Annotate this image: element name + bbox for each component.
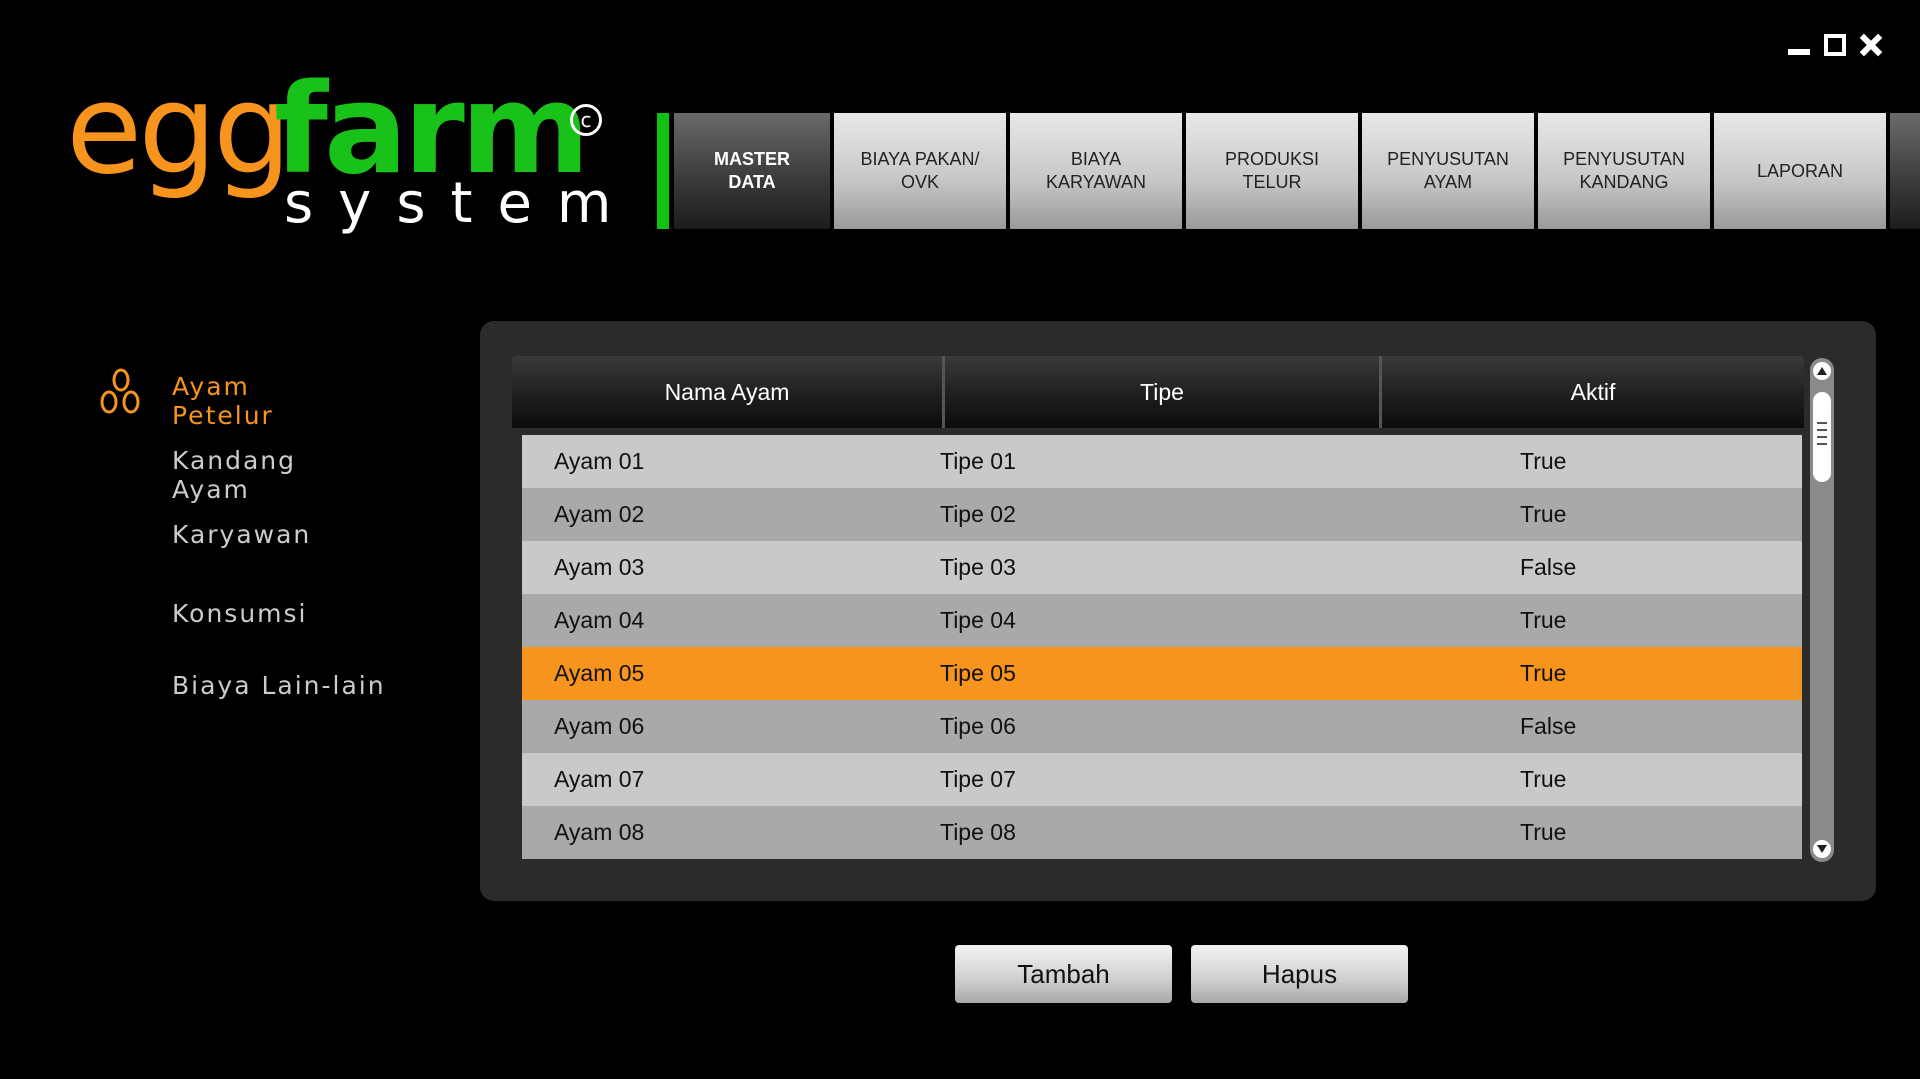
grip-line (1817, 422, 1827, 424)
app-logo: egg farm system c (66, 68, 626, 240)
table-row[interactable]: Ayam 02 Tipe 02 True (522, 488, 1802, 541)
sidebar-item-kandang-ayam[interactable]: Kandang Ayam (98, 446, 296, 504)
tab-label: PENYUSUTAN AYAM (1387, 149, 1509, 192)
tambah-button[interactable]: Tambah (955, 945, 1172, 1003)
sidebar-item-label: Biaya Lain-lain (172, 671, 386, 700)
table-row[interactable]: Ayam 06 Tipe 06 False (522, 700, 1802, 753)
tab-biaya-karyawan[interactable]: BIAYA KARYAWAN (1010, 113, 1182, 229)
column-header-tipe[interactable]: Tipe (942, 356, 1379, 428)
arrow-down-icon (1817, 845, 1827, 853)
cell-nama-ayam: Ayam 05 (554, 660, 645, 686)
cell-aktif: True (1520, 660, 1567, 686)
grip-line (1817, 443, 1827, 445)
cell-aktif: False (1520, 554, 1577, 580)
tab-label: PENYUSUTAN KANDANG (1563, 149, 1685, 192)
minimize-icon (1788, 49, 1810, 55)
table-row[interactable]: Ayam 03 Tipe 03 False (522, 541, 1802, 594)
window-controls (1786, 32, 1884, 58)
cell-nama-ayam: Ayam 06 (554, 713, 645, 739)
eggs-icon (100, 368, 140, 414)
cell-tipe: Tipe 01 (940, 448, 1016, 474)
sidebar-item-karyawan[interactable]: Karyawan (98, 520, 311, 550)
sidebar-item-ayam-petelur[interactable]: Ayam Petelur (98, 368, 274, 430)
cell-aktif: False (1520, 713, 1577, 739)
sidebar-item-label: Konsumsi (172, 599, 308, 628)
tab-biaya-pakan-ovk[interactable]: BIAYA PAKAN/ OVK (834, 113, 1006, 229)
tab-label: MASTER DATA (714, 149, 790, 192)
grip-line (1817, 429, 1827, 431)
scroll-down-button[interactable] (1813, 840, 1831, 858)
scroll-up-button[interactable] (1813, 362, 1831, 380)
tab-penyusutan-kandang[interactable]: PENYUSUTAN KANDANG (1538, 113, 1710, 229)
cell-nama-ayam: Ayam 04 (554, 607, 645, 633)
arrow-up-icon (1817, 367, 1827, 375)
data-table-panel: Nama Ayam Tipe Aktif Ayam 01 Tipe 01 Tru… (480, 321, 1876, 901)
cell-tipe: Tipe 03 (940, 554, 1016, 580)
column-header-nama-ayam[interactable]: Nama Ayam (512, 356, 942, 428)
maximize-icon (1824, 34, 1846, 56)
close-icon (1860, 34, 1882, 56)
sidebar-item-label: Ayam Petelur (172, 372, 274, 430)
cell-aktif: True (1520, 448, 1567, 474)
scrollbar-thumb[interactable] (1813, 392, 1831, 482)
cell-nama-ayam: Ayam 01 (554, 448, 645, 474)
cell-aktif: True (1520, 607, 1567, 633)
table-row-selected[interactable]: Ayam 05 Tipe 05 True (522, 647, 1802, 700)
sidebar-item-label: Karyawan (172, 520, 312, 549)
tab-label: LAPORAN (1756, 160, 1844, 181)
top-nav: MASTER DATA BIAYA PAKAN/ OVK BIAYA KARYA… (674, 113, 1920, 229)
table-row[interactable]: Ayam 08 Tipe 08 True (522, 806, 1802, 859)
cell-tipe: Tipe 08 (940, 819, 1016, 845)
table-body: Ayam 01 Tipe 01 True Ayam 02 Tipe 02 Tru… (522, 435, 1802, 859)
tab-label: BIAYA PAKAN/ OVK (860, 149, 980, 192)
tab-laporan[interactable]: LAPORAN (1714, 113, 1886, 229)
tab-label: BIAYA KARYAWAN (1045, 149, 1147, 192)
tab-master-data[interactable]: MASTER DATA (674, 113, 830, 229)
cell-aktif: True (1520, 766, 1567, 792)
maximize-button[interactable] (1822, 32, 1848, 58)
cell-tipe: Tipe 05 (940, 660, 1016, 686)
logo-egg-text: egg (66, 58, 292, 202)
sidebar-item-konsumsi[interactable]: Konsumsi (98, 599, 307, 629)
copyright-icon: c (570, 104, 602, 136)
cell-aktif: True (1520, 501, 1567, 527)
tab-label: PRODUKSI TELUR (1224, 149, 1320, 192)
grip-line (1817, 436, 1827, 438)
table-header: Nama Ayam Tipe Aktif (512, 356, 1804, 428)
tab-produksi-telur[interactable]: PRODUKSI TELUR (1186, 113, 1358, 229)
nav-overflow-tab[interactable] (1890, 113, 1920, 229)
column-header-aktif[interactable]: Aktif (1379, 356, 1804, 428)
tab-penyusutan-ayam[interactable]: PENYUSUTAN AYAM (1362, 113, 1534, 229)
table-row[interactable]: Ayam 04 Tipe 04 True (522, 594, 1802, 647)
cell-nama-ayam: Ayam 07 (554, 766, 645, 792)
nav-accent-bar (657, 113, 669, 229)
table-row[interactable]: Ayam 01 Tipe 01 True (522, 435, 1802, 488)
cell-nama-ayam: Ayam 02 (554, 501, 645, 527)
vertical-scrollbar[interactable] (1810, 358, 1834, 862)
hapus-button[interactable]: Hapus (1191, 945, 1408, 1003)
logo-system-text: system (284, 171, 637, 236)
table-row[interactable]: Ayam 07 Tipe 07 True (522, 753, 1802, 806)
cell-nama-ayam: Ayam 03 (554, 554, 645, 580)
sidebar-item-label: Kandang Ayam (172, 446, 297, 504)
close-button[interactable] (1858, 32, 1884, 58)
cell-aktif: True (1520, 819, 1567, 845)
cell-nama-ayam: Ayam 08 (554, 819, 645, 845)
cell-tipe: Tipe 04 (940, 607, 1016, 633)
cell-tipe: Tipe 07 (940, 766, 1016, 792)
sidebar-item-biaya-lain-lain[interactable]: Biaya Lain-lain (98, 671, 386, 701)
cell-tipe: Tipe 06 (940, 713, 1016, 739)
minimize-button[interactable] (1786, 32, 1812, 58)
cell-tipe: Tipe 02 (940, 501, 1016, 527)
